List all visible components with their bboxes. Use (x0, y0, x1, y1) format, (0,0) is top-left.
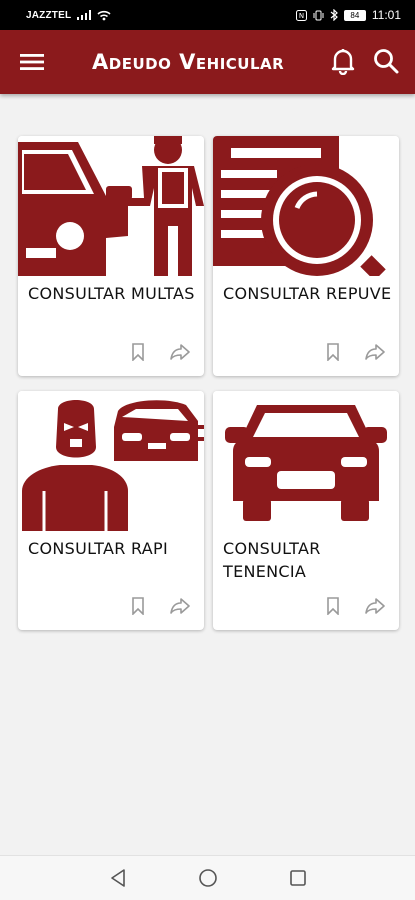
card-repuve[interactable]: CONSULTAR REPUVE (213, 136, 399, 376)
car-police-icon (18, 136, 204, 276)
recents-icon[interactable] (284, 864, 312, 892)
vibrate-icon (313, 10, 324, 21)
bookmark-icon[interactable] (323, 342, 343, 362)
share-icon[interactable] (170, 342, 190, 362)
nfc-icon: N (295, 9, 307, 21)
back-icon[interactable] (104, 864, 132, 892)
share-icon[interactable] (365, 342, 385, 362)
status-bar: JAZZTEL N 84 11:01 (0, 0, 415, 30)
home-icon[interactable] (194, 864, 222, 892)
card-title: CONSULTAR MULTAS (28, 284, 195, 303)
app-bar: Adeudo Vehicular (0, 30, 415, 94)
bookmark-icon[interactable] (128, 342, 148, 362)
bluetooth-icon (330, 9, 338, 21)
card-title: CONSULTAR RAPI (28, 539, 168, 558)
card-multas[interactable]: CONSULTAR MULTAS (18, 136, 204, 376)
car-front-icon (213, 391, 399, 531)
card-title: CONSULTAR REPUVE (223, 284, 392, 303)
search-icon[interactable] (370, 46, 402, 76)
bell-icon[interactable] (328, 46, 358, 76)
thief-car-icon (18, 391, 204, 531)
signal-icon (77, 10, 92, 20)
bookmark-icon[interactable] (323, 596, 343, 616)
system-nav-bar (0, 855, 415, 900)
page-title: Adeudo Vehicular (92, 50, 285, 74)
carrier-label: JAZZTEL (26, 9, 72, 21)
svg-text:N: N (299, 12, 304, 20)
bookmark-icon[interactable] (128, 596, 148, 616)
share-icon[interactable] (365, 596, 385, 616)
card-title: CONSULTAR TENENCIA (223, 539, 321, 581)
battery-icon: 84 (343, 9, 366, 21)
card-tenencia[interactable]: CONSULTAR TENENCIA (213, 391, 399, 630)
clock: 11:01 (371, 8, 401, 22)
document-magnifier-icon (213, 136, 399, 276)
menu-icon[interactable] (18, 48, 46, 76)
wifi-icon (97, 10, 111, 21)
share-icon[interactable] (170, 596, 190, 616)
card-rapi[interactable]: CONSULTAR RAPI (18, 391, 204, 630)
